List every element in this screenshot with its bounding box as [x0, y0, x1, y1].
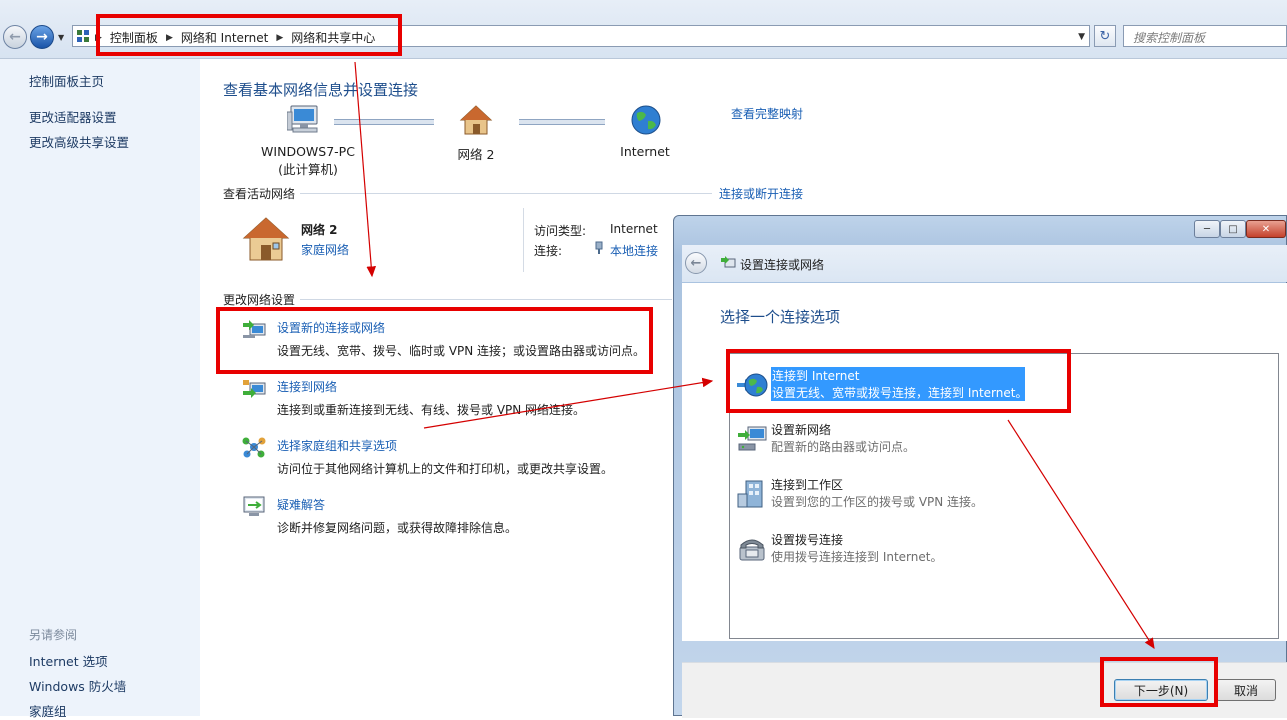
connect-network-icon	[243, 380, 266, 398]
sidebar-link-advanced-sharing[interactable]: 更改高级共享设置	[29, 132, 129, 151]
cancel-button[interactable]: 取消	[1216, 679, 1276, 701]
dialog-back-button[interactable]: ←	[685, 252, 707, 274]
connect-disconnect-link[interactable]: 连接或断开连接	[719, 185, 803, 202]
address-dropdown[interactable]: ▼	[1078, 32, 1085, 42]
page-title: 查看基本网络信息并设置连接	[223, 81, 419, 99]
map-node-sublabel: (此计算机)	[278, 162, 338, 177]
dialog-prompt: 选择一个连接选项	[720, 308, 841, 326]
dialog-header: ← 设置连接或网络	[682, 245, 1287, 282]
task-troubleshoot-link[interactable]: 疑难解答	[277, 496, 325, 513]
minimize-button[interactable]: ─	[1194, 220, 1220, 238]
forward-button[interactable]: →	[30, 25, 54, 49]
ethernet-icon	[595, 241, 603, 254]
map-node-label: WINDOWS7-PC	[261, 144, 355, 159]
map-node-label: Internet	[620, 144, 670, 159]
setup-connection-icon	[721, 256, 736, 268]
task-desc: 连接到或重新连接到无线、有线、拨号或 VPN 网络连接。	[277, 403, 586, 417]
see-also-heading: 另请参阅	[29, 628, 78, 642]
troubleshoot-icon	[243, 496, 265, 516]
option-title: 连接到工作区	[771, 478, 844, 492]
back-arrow-icon: ←	[9, 29, 21, 45]
network-type-link[interactable]: 家庭网络	[301, 241, 349, 258]
workplace-icon	[737, 480, 763, 508]
annotation-box-setup-task	[216, 307, 653, 374]
map-node-computer[interactable]: WINDOWS7-PC (此计算机)	[253, 144, 363, 178]
close-icon: ✕	[1261, 223, 1271, 235]
task-homegroup-link[interactable]: 选择家庭组和共享选项	[277, 437, 397, 454]
home-network-large-icon	[242, 217, 290, 261]
maximize-button[interactable]: □	[1220, 220, 1246, 238]
view-full-map-link[interactable]: 查看完整映射	[731, 105, 803, 122]
annotation-box-breadcrumb	[96, 14, 402, 56]
access-type-label: 访问类型:	[534, 224, 587, 238]
control-panel-icon	[77, 30, 89, 42]
option-setup-dialup[interactable]: 设置拨号连接 使用拨号连接连接到 Internet。	[730, 531, 1030, 569]
map-connector	[519, 119, 605, 125]
sidebar-link-internet-options[interactable]: Internet 选项	[29, 651, 108, 670]
router-icon	[738, 426, 767, 451]
divider	[523, 208, 524, 272]
map-node-label: 网络 2	[457, 147, 495, 162]
section-divider	[300, 193, 712, 194]
option-desc: 设置到您的工作区的拨号或 VPN 连接。	[771, 495, 984, 509]
forward-arrow-icon: →	[36, 29, 48, 45]
home-network-icon	[459, 105, 493, 135]
minimize-icon: ─	[1203, 223, 1211, 235]
option-setup-network[interactable]: 设置新网络 配置新的路由器或访问点。	[730, 421, 1030, 459]
map-connector	[334, 119, 434, 125]
dialog-body: 选择一个连接选项 连接到 Internet 设置无线、宽带或拨号连接，连接到 I…	[682, 283, 1287, 641]
option-title: 设置新网络	[771, 423, 832, 437]
dialog-title: 设置连接或网络	[740, 258, 825, 272]
refresh-icon: ↻	[1099, 28, 1111, 44]
connections-label: 连接:	[534, 244, 563, 258]
sidebar-link-homegroup[interactable]: 家庭组	[29, 701, 67, 720]
sidebar	[0, 59, 200, 716]
local-connection-link[interactable]: 本地连接	[610, 242, 658, 259]
back-arrow-icon: ←	[690, 255, 702, 271]
change-settings-heading: 更改网络设置	[223, 293, 296, 307]
sidebar-link-windows-firewall[interactable]: Windows 防火墙	[29, 676, 126, 695]
recent-pages-dropdown[interactable]: ▼	[58, 33, 64, 42]
task-desc: 诊断并修复网络问题，或获得故障排除信息。	[277, 521, 518, 535]
option-desc: 配置新的路由器或访问点。	[771, 440, 916, 454]
computer-icon	[287, 105, 318, 133]
annotation-box-next-button	[1100, 657, 1218, 707]
dialup-phone-icon	[739, 539, 765, 561]
access-type-value: Internet	[610, 222, 658, 236]
setup-connection-dialog: ─ □ ✕ ← 设置连接或网络 选择一个连接选项 连接到 Internet 设置…	[673, 215, 1287, 718]
search-input[interactable]: 搜索控制面板	[1123, 25, 1287, 47]
close-button[interactable]: ✕	[1246, 220, 1286, 238]
network-name: 网络 2	[301, 223, 338, 237]
option-connect-workplace[interactable]: 连接到工作区 设置到您的工作区的拨号或 VPN 连接。	[730, 476, 1030, 514]
sidebar-link-adapter-settings[interactable]: 更改适配器设置	[29, 107, 117, 126]
section-divider	[300, 299, 672, 300]
option-desc: 使用拨号连接连接到 Internet。	[771, 550, 943, 564]
task-connect-network-link[interactable]: 连接到网络	[277, 378, 337, 395]
map-node-network[interactable]: 网络 2	[446, 144, 506, 163]
task-desc: 访问位于其他网络计算机上的文件和打印机，或更改共享设置。	[277, 462, 614, 476]
sidebar-link-control-panel-home[interactable]: 控制面板主页	[29, 71, 104, 90]
map-node-internet[interactable]: Internet	[612, 144, 678, 159]
maximize-icon: □	[1228, 223, 1238, 235]
globe-icon	[631, 105, 661, 135]
homegroup-icon	[242, 437, 266, 458]
active-networks-heading: 查看活动网络	[223, 187, 296, 201]
option-title: 设置拨号连接	[771, 533, 844, 547]
annotation-box-internet-option	[726, 349, 1071, 413]
refresh-button[interactable]: ↻	[1094, 25, 1116, 47]
back-button[interactable]: ←	[3, 25, 27, 49]
